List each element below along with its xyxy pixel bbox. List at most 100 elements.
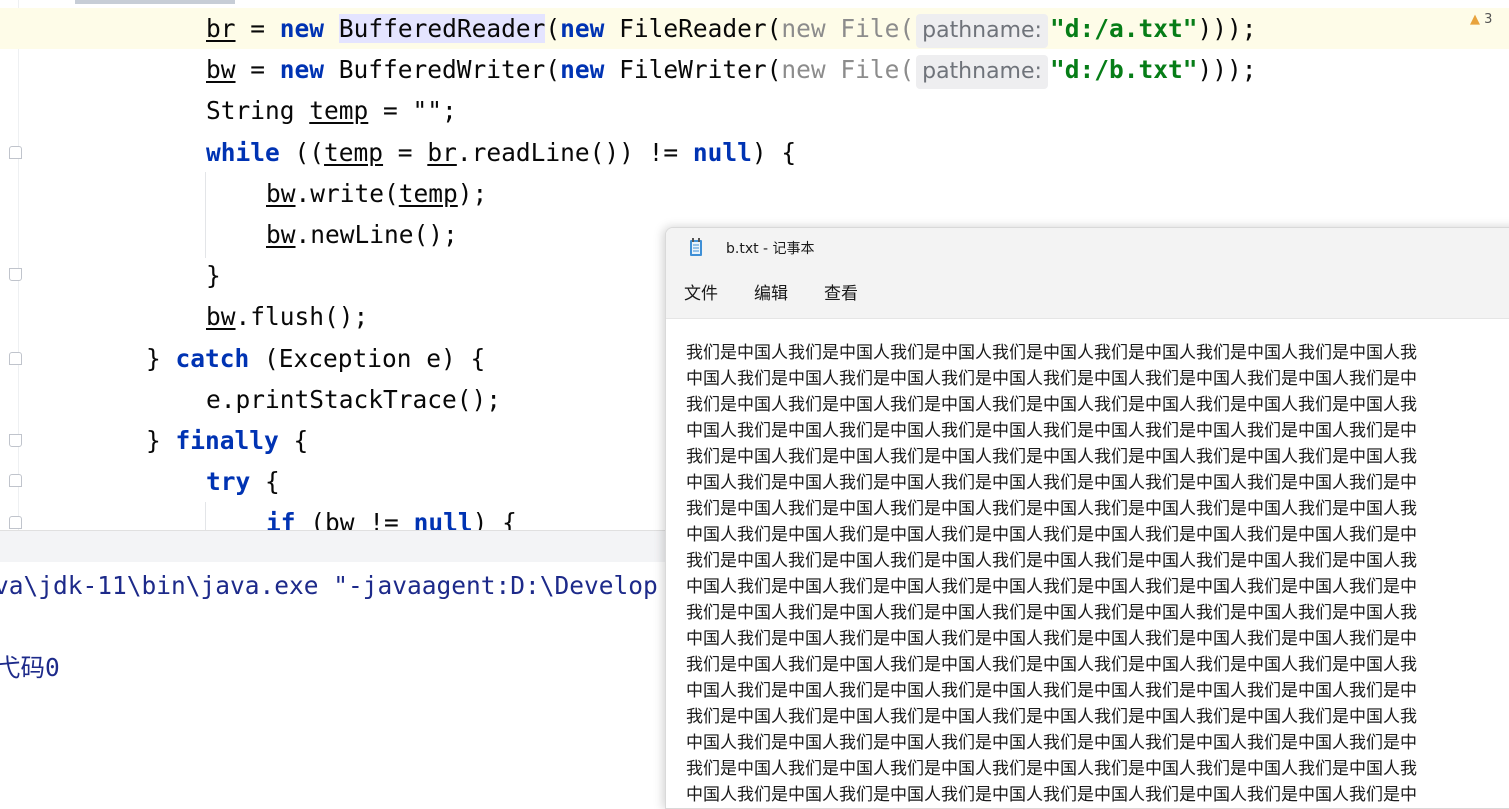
fold-marker-icon[interactable]	[9, 516, 22, 529]
code-line-text: try {	[206, 461, 280, 502]
code-token: temp	[324, 137, 384, 167]
code-line[interactable]: bw = new BufferedWriter(new FileWriter(n…	[0, 49, 1509, 90]
code-token: new	[560, 55, 605, 85]
code-token: br	[427, 137, 457, 167]
fold-marker-icon[interactable]	[9, 434, 22, 447]
code-line[interactable]: while ((temp = br.readLine()) != null) {	[0, 132, 1509, 173]
warning-icon: ▲	[1470, 12, 1480, 27]
fold-marker-icon[interactable]	[9, 268, 22, 281]
notepad-text-line: 我们是中国人我们是中国人我们是中国人我们是中国人我们是中国人我们是中国人我们是中…	[686, 655, 1417, 675]
code-line-text: bw = new BufferedWriter(new FileWriter(n…	[206, 49, 1256, 90]
code-line-text: br = new BufferedReader(new FileReader(n…	[206, 8, 1257, 49]
code-token: }	[146, 343, 176, 373]
code-token: "d:/b.txt"	[1049, 55, 1198, 85]
code-token: new File(	[781, 55, 915, 85]
code-token: !=	[354, 508, 414, 530]
code-token: new	[279, 55, 325, 85]
menu-edit[interactable]: 编辑	[754, 270, 788, 318]
code-token: if	[266, 508, 296, 530]
code-token: .readLine()) !=	[456, 137, 693, 167]
fold-marker-icon[interactable]	[9, 146, 22, 159]
code-token: =	[383, 137, 428, 167]
code-token: (	[545, 14, 561, 43]
notepad-menubar: 文件 编辑 查看	[666, 270, 1509, 318]
notepad-text-line: 我们是中国人我们是中国人我们是中国人我们是中国人我们是中国人我们是中国人我们是中…	[686, 447, 1417, 467]
code-token: FileWriter(	[604, 55, 782, 85]
code-token: ) {	[472, 508, 517, 530]
notepad-text-line: 我们是中国人我们是中国人我们是中国人我们是中国人我们是中国人我们是中国人我们是中…	[686, 759, 1417, 779]
fold-marker-icon[interactable]	[9, 352, 22, 365]
notepad-text-line: 我们是中国人我们是中国人我们是中国人我们是中国人我们是中国人我们是中国人我们是中…	[686, 395, 1417, 415]
notepad-text-line: 中国人我们是中国人我们是中国人我们是中国人我们是中国人我们是中国人我们是中国人我…	[686, 785, 1417, 805]
warnings-indicator[interactable]: ▲ 3	[1470, 12, 1492, 27]
notepad-text-line: 中国人我们是中国人我们是中国人我们是中国人我们是中国人我们是中国人我们是中国人我…	[686, 525, 1417, 545]
code-token: ((	[279, 137, 325, 167]
code-token: {	[278, 426, 309, 455]
code-token: null	[413, 508, 473, 530]
code-token: bw	[266, 178, 296, 208]
notepad-icon	[690, 238, 702, 256]
code-token: }	[146, 426, 176, 455]
code-token: temp	[309, 96, 369, 126]
code-token: ) {	[751, 137, 797, 167]
code-token: = "";	[368, 96, 457, 126]
notepad-text-area[interactable]: 我们是中国人我们是中国人我们是中国人我们是中国人我们是中国人我们是中国人我们是中…	[666, 318, 1509, 808]
notepad-text-line: 我们是中国人我们是中国人我们是中国人我们是中国人我们是中国人我们是中国人我们是中…	[686, 343, 1417, 363]
notepad-title: b.txt - 记事本	[726, 241, 815, 257]
code-token: bw	[206, 55, 236, 85]
console-command-line: va\jdk-11\bin\java.exe "-javaagent:D:\De…	[0, 571, 658, 600]
code-token: );	[457, 178, 488, 208]
code-line-text: bw.newLine();	[266, 214, 458, 255]
code-token: .newLine();	[295, 220, 458, 249]
code-line-text: }	[206, 255, 221, 296]
notepad-window[interactable]: b.txt - 记事本 文件 编辑 查看 我们是中国人我们是中国人我们是中国人我…	[665, 227, 1509, 809]
code-token: (	[295, 508, 326, 530]
notepad-text-line: 我们是中国人我们是中国人我们是中国人我们是中国人我们是中国人我们是中国人我们是中…	[686, 707, 1417, 727]
code-token: new	[560, 14, 605, 43]
code-token: FileReader(	[604, 14, 782, 43]
notepad-titlebar[interactable]: b.txt - 记事本	[666, 228, 1509, 270]
notepad-text-line: 我们是中国人我们是中国人我们是中国人我们是中国人我们是中国人我们是中国人我们是中…	[686, 551, 1417, 571]
notepad-text-line: 中国人我们是中国人我们是中国人我们是中国人我们是中国人我们是中国人我们是中国人我…	[686, 629, 1417, 649]
code-token: new	[279, 14, 325, 43]
fold-marker-icon[interactable]	[9, 474, 22, 487]
code-token: (Exception e) {	[249, 343, 486, 373]
indent-guide	[205, 502, 206, 530]
code-line[interactable]: String temp = "";	[0, 90, 1509, 131]
code-token: BufferedReader	[338, 14, 546, 43]
code-token: br	[206, 14, 236, 43]
code-token: "d:/a.txt"	[1049, 14, 1198, 43]
code-token: )));	[1197, 55, 1257, 85]
code-token: new File(	[781, 14, 915, 43]
parameter-hint: pathname:	[916, 55, 1048, 90]
console-exit-line: 弋码0	[0, 653, 60, 682]
code-token: null	[692, 137, 752, 167]
code-line[interactable]: bw.write(temp);	[0, 173, 1509, 214]
code-line[interactable]: br = new BufferedReader(new FileReader(n…	[0, 8, 1509, 49]
code-token: BufferedWriter(	[324, 55, 561, 85]
code-token: while	[206, 137, 280, 167]
code-token: temp	[398, 178, 458, 208]
notepad-text-line: 我们是中国人我们是中国人我们是中国人我们是中国人我们是中国人我们是中国人我们是中…	[686, 603, 1417, 623]
menu-view[interactable]: 查看	[824, 270, 858, 318]
notepad-text-line: 中国人我们是中国人我们是中国人我们是中国人我们是中国人我们是中国人我们是中国人我…	[686, 421, 1417, 441]
code-token: finally	[175, 426, 279, 455]
editor-tab-indicator	[75, 0, 235, 4]
code-token: bw	[325, 508, 355, 530]
code-token: String	[206, 96, 310, 126]
code-line-text: String temp = "";	[206, 90, 457, 131]
code-token: .write(	[295, 178, 399, 208]
code-line-text: while ((temp = br.readLine()) != null) {	[206, 132, 796, 173]
notepad-text-line: 中国人我们是中国人我们是中国人我们是中国人我们是中国人我们是中国人我们是中国人我…	[686, 577, 1417, 597]
code-token: }	[206, 261, 221, 291]
code-token: e.printStackTrace();	[206, 384, 502, 414]
indent-guide	[205, 172, 206, 258]
code-token: {	[250, 467, 280, 497]
code-token: try	[206, 467, 251, 497]
code-line-text: } finally {	[146, 420, 308, 461]
code-line-text: bw.write(temp);	[266, 173, 487, 214]
code-token: =	[235, 55, 280, 85]
code-token: bw	[206, 302, 236, 332]
menu-file[interactable]: 文件	[684, 270, 718, 318]
